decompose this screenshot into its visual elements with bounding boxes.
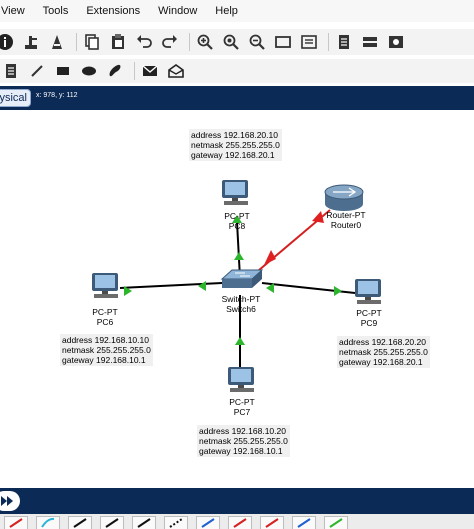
- pc9-ip-note[interactable]: address 192.168.20.20 netmask 255.255.25…: [337, 336, 430, 368]
- link-pc6-switch6: [119, 282, 223, 289]
- pc9-type-label: PC-PT: [356, 308, 382, 318]
- drawing-toolbar: [0, 59, 474, 83]
- rectangle-icon[interactable]: [52, 60, 74, 82]
- copy-icon[interactable]: [81, 31, 103, 53]
- link-status-down: [264, 250, 276, 265]
- menu-help[interactable]: Help: [206, 0, 247, 22]
- pc9-name-label[interactable]: PC9: [352, 318, 386, 328]
- link-status-up: [234, 252, 244, 260]
- freeform-icon[interactable]: [104, 60, 126, 82]
- viewport-icon[interactable]: [333, 31, 355, 53]
- toolbar-separator: [134, 62, 135, 80]
- simple-pdu-icon[interactable]: [139, 60, 161, 82]
- custom-devices-dialog-icon[interactable]: [298, 31, 320, 53]
- menu-window[interactable]: Window: [149, 0, 206, 22]
- pc6-device-icon: [92, 273, 118, 298]
- menu-bar: View Tools Extensions Window Help: [0, 0, 474, 22]
- cable-crossover-icon[interactable]: [100, 516, 124, 529]
- physical-view-icon[interactable]: [359, 31, 381, 53]
- fast-forward-button[interactable]: [0, 491, 20, 511]
- pc7-name-label[interactable]: PC7: [225, 407, 259, 417]
- switch6-name-label[interactable]: Switch6: [217, 304, 265, 314]
- pc6-type-label: PC-PT: [92, 307, 118, 317]
- menu-extensions[interactable]: Extensions: [77, 0, 149, 22]
- note-netmask: netmask 255.255.255.0: [199, 436, 288, 446]
- activity-wizard-icon[interactable]: [46, 31, 68, 53]
- menu-view[interactable]: View: [0, 0, 34, 22]
- fast-forward-icon: [1, 496, 13, 506]
- note-gateway: gateway 192.168.10.1: [62, 355, 146, 365]
- connections-palette: [0, 514, 474, 529]
- pc8-device-icon: [222, 180, 248, 205]
- router0-type-label: Router-PT: [326, 210, 366, 220]
- pc7-ip-note[interactable]: address 192.168.10.20 netmask 255.255.25…: [197, 425, 290, 457]
- zoom-in-icon[interactable]: [194, 31, 216, 53]
- logical-workspace[interactable]: PC-PT PC8 Router-PT Router0 PC-PT PC6 Sw…: [0, 110, 474, 488]
- paste-icon[interactable]: [107, 31, 129, 53]
- complex-pdu-icon[interactable]: [165, 60, 187, 82]
- toolbar-separator: [189, 33, 190, 51]
- ellipse-icon[interactable]: [78, 60, 100, 82]
- main-toolbar: [0, 29, 474, 55]
- note-gateway: gateway 192.168.10.1: [199, 446, 283, 456]
- line-icon[interactable]: [26, 60, 48, 82]
- cursor-coordinates: x: 978, y: 112: [36, 92, 78, 99]
- cable-auto-icon[interactable]: [4, 516, 28, 529]
- pc8-ip-note[interactable]: address 192.168.20.10 netmask 255.255.25…: [189, 129, 282, 161]
- cable-serial-dte-icon[interactable]: [260, 516, 284, 529]
- toolbar-separator: [328, 33, 329, 51]
- redo-icon[interactable]: [159, 31, 181, 53]
- drawing-palette-icon[interactable]: [272, 31, 294, 53]
- cable-serial-dce-icon[interactable]: [228, 516, 252, 529]
- note-address: address 192.168.10.10: [62, 335, 149, 345]
- cable-phone-icon[interactable]: [164, 516, 188, 529]
- pc9-device-icon: [355, 279, 381, 304]
- switch6-device-icon: [220, 269, 264, 288]
- note-address: address 192.168.20.20: [339, 337, 426, 347]
- note-icon[interactable]: [0, 60, 22, 82]
- toolbar-separator: [76, 33, 77, 51]
- pc8-name-label[interactable]: PC8: [220, 221, 254, 231]
- switch6-type-label: Switch-PT: [221, 294, 261, 304]
- cable-iot-icon[interactable]: [324, 516, 348, 529]
- link-status-up: [334, 286, 342, 296]
- router0-name-label[interactable]: Router0: [323, 220, 369, 230]
- link-status-up: [198, 281, 206, 291]
- pc6-ip-note[interactable]: address 192.168.10.10 netmask 255.255.25…: [60, 334, 153, 366]
- undo-icon[interactable]: [133, 31, 155, 53]
- note-gateway: gateway 192.168.20.1: [339, 357, 423, 367]
- note-netmask: netmask 255.255.255.0: [62, 345, 151, 355]
- menu-tools[interactable]: Tools: [34, 0, 78, 22]
- note-netmask: netmask 255.255.255.0: [339, 347, 428, 357]
- workspace-mode-bar: ysical x: 978, y: 112: [0, 86, 474, 110]
- physical-mode-tab[interactable]: ysical: [0, 89, 31, 107]
- router0-device-icon: [324, 184, 364, 211]
- note-netmask: netmask 255.255.255.0: [191, 140, 280, 150]
- cable-straight-icon[interactable]: [68, 516, 92, 529]
- cable-octal-icon[interactable]: [292, 516, 316, 529]
- cable-fiber-icon[interactable]: [132, 516, 156, 529]
- pc8-type-label: PC-PT: [224, 211, 250, 221]
- pc7-device-icon: [228, 367, 254, 392]
- note-address: address 192.168.20.10: [191, 130, 278, 140]
- cable-console-icon[interactable]: [36, 516, 60, 529]
- information-icon[interactable]: [0, 31, 16, 53]
- simulation-bar: [0, 488, 474, 514]
- cable-coaxial-icon[interactable]: [196, 516, 220, 529]
- note-gateway: gateway 192.168.20.1: [191, 150, 275, 160]
- screenshot-icon[interactable]: [385, 31, 407, 53]
- zoom-reset-icon[interactable]: [220, 31, 242, 53]
- pc6-name-label[interactable]: PC6: [88, 317, 122, 327]
- note-address: address 192.168.10.20: [199, 426, 286, 436]
- network-wizard-icon[interactable]: [20, 31, 42, 53]
- link-status-up: [235, 337, 245, 345]
- zoom-out-icon[interactable]: [246, 31, 268, 53]
- pc7-type-label: PC-PT: [229, 397, 255, 407]
